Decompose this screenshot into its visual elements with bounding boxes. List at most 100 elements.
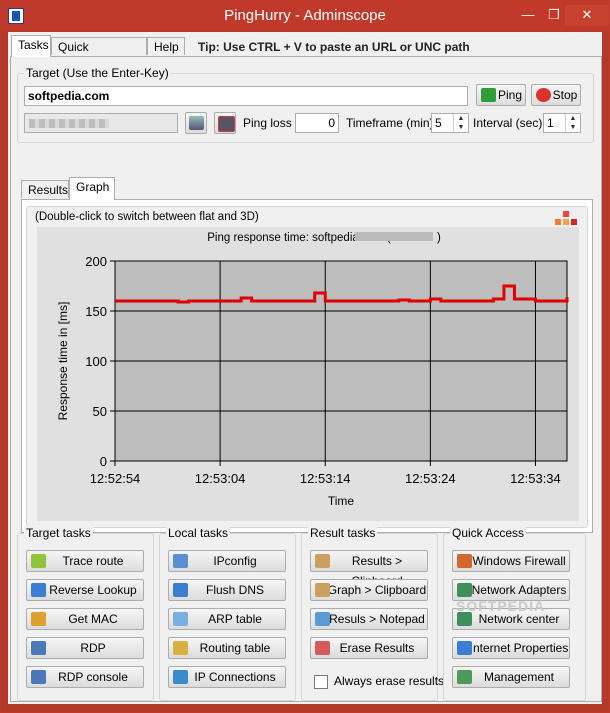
tab-tasks[interactable]: Tasks	[11, 35, 51, 57]
x-tick-label: 12:53:24	[405, 471, 456, 486]
management-button[interactable]: Management	[452, 666, 570, 688]
host-input[interactable]: softpedia.com	[24, 86, 468, 106]
list-icon	[189, 116, 204, 130]
results-notepad-label: Resuls > Notepad	[329, 612, 425, 626]
monitor-icon	[218, 116, 235, 132]
y-tick-label: 100	[85, 354, 107, 369]
management-icon	[457, 670, 472, 684]
always-erase-checkbox[interactable]	[314, 675, 328, 689]
local-tasks-title: Local tasks	[166, 526, 231, 540]
ip-connections-label: IP Connections	[194, 670, 276, 684]
get-mac-label: Get MAC	[68, 612, 118, 626]
response-time-chart: Ping response time: softpedia.com ()0501…	[56, 232, 569, 508]
results-notepad-button[interactable]: Resuls > Notepad	[310, 608, 428, 630]
tab-results[interactable]: Results	[21, 180, 69, 198]
ip-connections-button[interactable]: IP Connections	[168, 666, 286, 688]
routing-icon	[173, 641, 188, 655]
interval-spinner[interactable]: 1 ▲ ▼	[543, 113, 581, 133]
rdp-console-button[interactable]: RDP console	[26, 666, 144, 688]
maximize-button[interactable]: ❐	[543, 5, 565, 25]
arp-table-button[interactable]: ARP table	[168, 608, 286, 630]
internet-properties-label: Internet Properties	[469, 641, 569, 655]
rdp-console-icon	[31, 670, 46, 684]
result-tasks-title: Result tasks	[308, 526, 378, 540]
spinner-arrows-icon[interactable]: ▲ ▼	[565, 114, 580, 132]
spinner-arrows-icon[interactable]: ▲ ▼	[453, 114, 468, 132]
y-tick-label: 200	[85, 254, 107, 269]
network-adapter-icon	[457, 583, 472, 597]
results-clipboard-button[interactable]: Results > Clipboard	[310, 550, 428, 588]
erase-results-label: Erase Results	[339, 641, 415, 655]
target-tasks-title: Target tasks	[24, 526, 93, 540]
ping-icon	[481, 88, 496, 102]
interval-label: Interval (sec)	[473, 116, 543, 130]
y-tick-label: 50	[93, 404, 107, 419]
erase-results-button[interactable]: Erase Results	[310, 637, 428, 659]
windows-firewall-label: Windows Firewall	[472, 554, 566, 568]
tab-quick-commands[interactable]: Quick commands	[51, 37, 147, 72]
internet-icon	[457, 641, 472, 655]
network-icon	[173, 554, 188, 568]
tip-text: Tip: Use CTRL + V to paste an URL or UNC…	[198, 40, 470, 54]
ipconfig-button[interactable]: IPconfig	[168, 550, 286, 572]
reverse-lookup-label: Reverse Lookup	[49, 583, 137, 597]
network-adapters-label: Network Adapters	[471, 583, 567, 597]
x-axis-label: Time	[328, 494, 355, 508]
network-center-icon	[457, 612, 472, 626]
quick-access-group: Quick Access Windows Firewall Network Ad…	[443, 526, 586, 701]
ping-loss-value: 0	[295, 113, 339, 133]
target-group: Target (Use the Enter-Key) softpedia.com…	[17, 66, 594, 143]
ping-button[interactable]: Ping	[476, 84, 526, 106]
tab-help[interactable]: Help	[147, 37, 185, 55]
notepad-icon	[315, 612, 330, 626]
local-tasks-group: Local tasks IPconfig Flush DNS ARP table…	[159, 526, 296, 701]
mac-icon	[31, 612, 46, 626]
app-window: PingHurry - Adminscope — ❐ ✕ Tasks Quick…	[0, 0, 610, 713]
firewall-icon	[457, 554, 472, 568]
table-icon	[173, 612, 188, 626]
x-tick-label: 12:52:54	[90, 471, 141, 486]
management-label: Management	[483, 670, 555, 684]
rdp-console-label: RDP console	[58, 670, 128, 684]
trace-route-button[interactable]: Trace route	[26, 550, 144, 572]
rdp-icon	[31, 641, 46, 655]
graph-clipboard-label: Graph > Clipboard	[327, 583, 427, 597]
x-tick-label: 12:53:34	[510, 471, 561, 486]
minimize-button[interactable]: —	[517, 5, 539, 25]
stop-icon	[536, 88, 551, 102]
dns-icon	[31, 583, 46, 597]
timeframe-spinner[interactable]: 5 ▲ ▼	[431, 113, 469, 133]
y-tick-label: 0	[100, 454, 107, 469]
rdp-button[interactable]: RDP	[26, 637, 144, 659]
network-center-label: Network center	[478, 612, 560, 626]
arp-table-label: ARP table	[208, 612, 262, 626]
y-tick-label: 150	[85, 304, 107, 319]
clipboard-icon	[315, 554, 330, 568]
target-tasks-group: Target tasks Trace route Reverse Lookup …	[17, 526, 154, 701]
timeframe-label: Timeframe (min)	[346, 116, 434, 130]
tab-graph[interactable]: Graph	[69, 177, 115, 200]
get-mac-button[interactable]: Get MAC	[26, 608, 144, 630]
chart-area[interactable]: Ping response time: softpedia.com () 0 50 1…	[37, 227, 579, 521]
connections-icon	[173, 670, 188, 684]
trace-route-label: Trace route	[62, 554, 124, 568]
reverse-lookup-button[interactable]: Reverse Lookup	[26, 579, 144, 601]
trace-route-icon	[31, 554, 46, 568]
close-button[interactable]: ✕	[565, 5, 609, 25]
ipconfig-label: IPconfig	[213, 554, 257, 568]
graph-panel: (Double-click to switch between flat and…	[21, 199, 593, 533]
stop-button[interactable]: Stop	[531, 84, 581, 106]
ip-list-button[interactable]	[185, 112, 207, 134]
routing-table-label: Routing table	[199, 641, 271, 655]
clipboard-icon	[315, 583, 330, 597]
graph-clipboard-button[interactable]: Graph > Clipboard	[310, 579, 428, 601]
windows-firewall-button[interactable]: Windows Firewall	[452, 550, 570, 572]
monitor-button[interactable]	[214, 112, 236, 134]
graph-frame: (Double-click to switch between flat and…	[26, 206, 588, 528]
y-axis-label: Response time in [ms]	[56, 302, 70, 421]
x-tick-label: 12:53:14	[300, 471, 351, 486]
internet-properties-button[interactable]: Internet Properties	[452, 637, 570, 659]
routing-table-button[interactable]: Routing table	[168, 637, 286, 659]
title-bar: PingHurry - Adminscope — ❐ ✕	[1, 1, 609, 31]
flush-dns-button[interactable]: Flush DNS	[168, 579, 286, 601]
